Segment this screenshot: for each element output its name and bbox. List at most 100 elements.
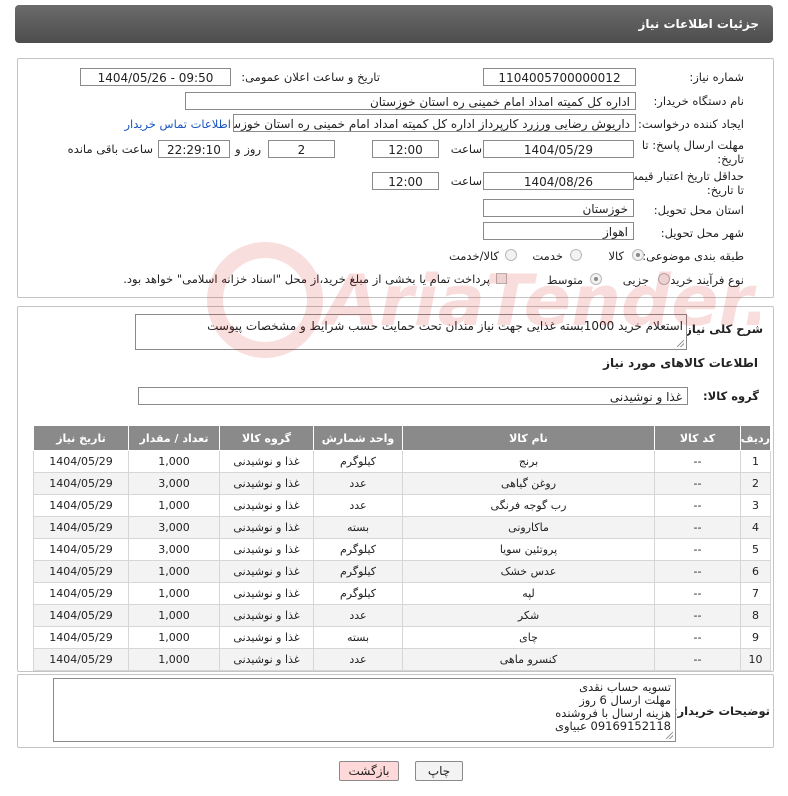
cell-goods-name: پروتئین سویا: [402, 538, 655, 561]
validity-hour-label: ساعت: [450, 174, 482, 188]
need-description-label: شرح کلی نیاز:: [680, 322, 763, 336]
cell-row-number: 1: [740, 450, 771, 473]
process-type-label: نوع فرآیند خرید :: [662, 273, 744, 287]
cell-unit: کیلوگرم: [313, 582, 403, 605]
table-row: 10 -- کنسرو ماهی عدد غذا و نوشیدنی 1,000 1404/…: [33, 648, 771, 671]
deadline-date-field: 1404/05/29: [483, 140, 634, 158]
category-option-goods-service: کالا/خدمت: [448, 249, 499, 263]
cell-quantity: 1,000: [128, 560, 220, 583]
category-option-service: خدمت: [532, 249, 563, 263]
cell-goods-group: غذا و نوشیدنی: [219, 450, 314, 473]
table-row: 5 -- پروتئین سویا کیلوگرم غذا و نوشیدنی 3,000…: [33, 538, 771, 561]
cell-goods-group: غذا و نوشیدنی: [219, 538, 314, 561]
cell-unit: عدد: [313, 648, 403, 671]
print-button[interactable]: چاپ: [415, 761, 463, 781]
buyer-org-field: اداره کل کمیته امداد امام خمینی ره استان…: [185, 92, 636, 110]
cell-row-number: 10: [740, 648, 771, 671]
cell-goods-name: شکر: [402, 604, 655, 627]
creator-label: ایجاد کننده درخواست:: [638, 117, 744, 131]
resize-grip[interactable]: [677, 340, 684, 347]
category-option-goods: کالا: [608, 249, 624, 263]
process-radio-minor[interactable]: [658, 273, 670, 285]
cell-goods-group: غذا و نوشیدنی: [219, 626, 314, 649]
cell-goods-name: چای: [402, 626, 655, 649]
col-header-goods-code: کد کالا: [654, 425, 741, 451]
city-label: شهر محل تحویل:: [660, 226, 744, 240]
cell-quantity: 3,000: [128, 472, 220, 495]
cell-goods-code: --: [654, 648, 741, 671]
process-radio-medium[interactable]: [590, 273, 602, 285]
goods-section-title: اطلاعات کالاهای مورد نیاز: [603, 356, 758, 370]
need-description-box[interactable]: استعلام خرید 1000بسته غذایی جهت نیاز مند…: [135, 314, 687, 350]
cell-goods-group: غذا و نوشیدنی: [219, 604, 314, 627]
buyer-notes-line: تسویه حساب نقدی: [579, 680, 671, 694]
cell-need-date: 1404/05/29: [33, 538, 129, 561]
cell-quantity: 1,000: [128, 450, 220, 473]
col-header-goods-group: گروه کالا: [219, 425, 314, 451]
deadline-hour-field: 12:00: [372, 140, 439, 158]
buyer-notes-label: توضیحات خریدار:: [672, 704, 770, 718]
deadline-hour-label: ساعت: [450, 142, 482, 156]
price-validity-label-2: تا تاریخ:: [706, 183, 744, 197]
days-label: روز و: [235, 142, 261, 156]
goods-table-header: ردیف کد کالا نام کالا واحد شمارش گروه کا…: [33, 425, 771, 451]
announce-datetime-field: 1404/05/26 - 09:50: [80, 68, 231, 86]
cell-goods-group: غذا و نوشیدنی: [219, 582, 314, 605]
cell-quantity: 3,000: [128, 516, 220, 539]
treasury-checkbox[interactable]: [496, 273, 507, 284]
remaining-time-field: 22:29:10: [158, 140, 230, 158]
buyer-contact-link[interactable]: اطلاعات تماس خریدار: [124, 117, 231, 131]
process-option-minor: جزیی: [622, 273, 649, 287]
category-radio-goods-service[interactable]: [505, 249, 517, 261]
goods-table: ردیف کد کالا نام کالا واحد شمارش گروه کا…: [33, 425, 771, 671]
cell-need-date: 1404/05/29: [33, 450, 129, 473]
category-label: طبقه بندی موضوعی:: [642, 249, 744, 263]
buyer-notes-line: 09169152118 عبیاوی: [554, 719, 671, 733]
cell-goods-group: غذا و نوشیدنی: [219, 494, 314, 517]
cell-row-number: 4: [740, 516, 771, 539]
table-row: 3 -- رب گوجه فرنگی عدد غذا و نوشیدنی 1,000 140…: [33, 494, 771, 517]
cell-unit: بسته: [313, 516, 403, 539]
validity-date-field: 1404/08/26: [483, 172, 634, 190]
cell-need-date: 1404/05/29: [33, 560, 129, 583]
cell-need-date: 1404/05/29: [33, 494, 129, 517]
table-row: 9 -- چای بسته غذا و نوشیدنی 1,000 1404/05/29: [33, 626, 771, 649]
col-header-unit: واحد شمارش: [313, 425, 403, 451]
remaining-days-field: 2: [268, 140, 335, 158]
need-number-field: 1104005700000012: [483, 68, 636, 86]
cell-goods-group: غذا و نوشیدنی: [219, 560, 314, 583]
cell-need-date: 1404/05/29: [33, 582, 129, 605]
cell-goods-name: ماکارونی: [402, 516, 655, 539]
treasury-note: پرداخت تمام یا بخشی از مبلغ خرید،از محل …: [123, 272, 490, 286]
cell-row-number: 3: [740, 494, 771, 517]
table-row: 6 -- عدس خشک کیلوگرم غذا و نوشیدنی 1,000 1404/…: [33, 560, 771, 583]
category-radio-goods[interactable]: [632, 249, 644, 261]
cell-unit: عدد: [313, 604, 403, 627]
goods-group-label: گروه کالا:: [703, 389, 759, 403]
resize-grip[interactable]: [666, 732, 673, 739]
cell-row-number: 7: [740, 582, 771, 605]
back-button[interactable]: بازگشت: [339, 761, 399, 781]
need-description-text: استعلام خرید 1000بسته غذایی جهت نیاز مند…: [207, 319, 683, 333]
buyer-notes-box[interactable]: تسویه حساب نقدی مهلت ارسال 6 روز هزینه ا…: [53, 678, 676, 742]
need-number-label: شماره نیاز:: [689, 70, 744, 84]
cell-need-date: 1404/05/29: [33, 516, 129, 539]
creator-field: داریوش رضایی ورزرد کارپرداز اداره کل کمی…: [233, 114, 636, 132]
cell-unit: کیلوگرم: [313, 450, 403, 473]
cell-need-date: 1404/05/29: [33, 604, 129, 627]
cell-goods-name: عدس خشک: [402, 560, 655, 583]
cell-need-date: 1404/05/29: [33, 626, 129, 649]
table-row: 1 -- برنج کیلوگرم غذا و نوشیدنی 1,000 1404/05/…: [33, 450, 771, 473]
cell-quantity: 1,000: [128, 626, 220, 649]
col-header-goods-name: نام کالا: [402, 425, 655, 451]
cell-unit: کیلوگرم: [313, 538, 403, 561]
cell-goods-name: لپه: [402, 582, 655, 605]
province-field: خوزستان: [483, 199, 634, 217]
cell-row-number: 8: [740, 604, 771, 627]
city-field: اهواز: [483, 222, 634, 240]
cell-need-date: 1404/05/29: [33, 648, 129, 671]
table-row: 7 -- لپه کیلوگرم غذا و نوشیدنی 1,000 1404/05/2…: [33, 582, 771, 605]
response-deadline-label: مهلت ارسال پاسخ: تا: [641, 138, 744, 152]
cell-row-number: 2: [740, 472, 771, 495]
category-radio-service[interactable]: [570, 249, 582, 261]
